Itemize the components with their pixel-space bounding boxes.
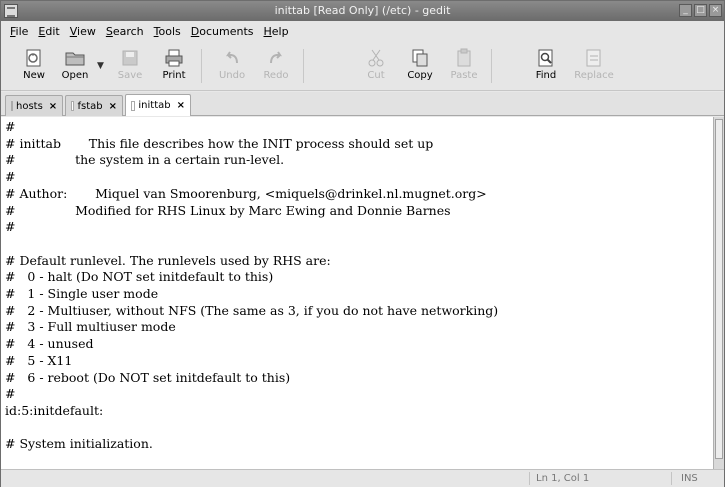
open-recent-dropdown-icon[interactable]: ▼: [97, 61, 104, 71]
copy-label: Copy: [407, 70, 433, 81]
copy-button[interactable]: Copy: [399, 45, 441, 87]
print-button[interactable]: Print: [153, 45, 195, 87]
redo-button[interactable]: Redo: [255, 45, 297, 87]
menu-edit[interactable]: Edit: [33, 25, 64, 38]
toolbar: New Open ▼ Save Print Undo Redo Cut Copy…: [1, 41, 724, 91]
document-icon: [131, 100, 136, 111]
maximize-button[interactable]: □: [694, 4, 707, 17]
toolbar-separator: [303, 49, 304, 83]
toolbar-separator: [491, 49, 492, 83]
undo-button[interactable]: Undo: [211, 45, 253, 87]
close-tab-icon[interactable]: ×: [49, 101, 57, 112]
copy-icon: [410, 48, 430, 68]
redo-icon: [266, 48, 286, 68]
close-tab-icon[interactable]: ×: [177, 100, 185, 111]
replace-icon: [584, 48, 604, 68]
close-tab-icon[interactable]: ×: [109, 101, 117, 112]
save-button[interactable]: Save: [109, 45, 151, 87]
clipboard-icon: [454, 48, 474, 68]
menu-file[interactable]: File: [5, 25, 33, 38]
paste-button[interactable]: Paste: [443, 45, 485, 87]
minimize-button[interactable]: _: [679, 4, 692, 17]
save-icon: [120, 48, 140, 68]
menu-bar: File Edit View Search Tools Documents He…: [1, 21, 724, 41]
title-bar[interactable]: inittab [Read Only] (/etc) - gedit _ □ ×: [1, 1, 724, 21]
document-icon: [11, 101, 13, 111]
cut-label: Cut: [367, 70, 385, 81]
status-bar: Ln 1, Col 1 INS: [1, 469, 724, 487]
new-label: New: [23, 70, 45, 81]
menu-help[interactable]: Help: [259, 25, 294, 38]
tab-inittab[interactable]: inittab ×: [125, 94, 191, 116]
replace-label: Replace: [574, 70, 614, 81]
status-divider: [529, 472, 530, 485]
printer-icon: [164, 48, 184, 68]
scrollbar-thumb[interactable]: [715, 119, 723, 459]
menu-tools[interactable]: Tools: [149, 25, 186, 38]
insert-mode: INS: [681, 473, 698, 484]
toolbar-separator: [201, 49, 202, 83]
undo-icon: [222, 48, 242, 68]
find-button[interactable]: Find: [525, 45, 567, 87]
save-label: Save: [117, 70, 143, 81]
scissors-icon: [366, 48, 386, 68]
open-button[interactable]: Open: [54, 45, 96, 87]
document-text[interactable]: # # inittab This file describes how the …: [1, 117, 713, 453]
cut-button[interactable]: Cut: [355, 45, 397, 87]
close-window-button[interactable]: ×: [709, 4, 722, 17]
new-button[interactable]: New: [13, 45, 55, 87]
gedit-window: inittab [Read Only] (/etc) - gedit _ □ ×…: [0, 0, 725, 487]
document-icon: [71, 101, 75, 111]
tab-label: inittab: [138, 100, 171, 111]
document-tabs: hosts × fstab × inittab ×: [1, 92, 724, 116]
text-editor[interactable]: # # inittab This file describes how the …: [1, 117, 713, 469]
menu-search[interactable]: Search: [101, 25, 149, 38]
find-label: Find: [535, 70, 557, 81]
vertical-scrollbar[interactable]: [713, 117, 724, 469]
find-icon: [536, 48, 556, 68]
paste-label: Paste: [450, 70, 478, 81]
cursor-position: Ln 1, Col 1: [536, 473, 590, 484]
open-label: Open: [61, 70, 89, 81]
status-divider: [671, 472, 672, 485]
tab-label: hosts: [16, 100, 43, 112]
new-document-icon: [24, 48, 44, 68]
window-title: inittab [Read Only] (/etc) - gedit: [274, 4, 451, 17]
replace-button[interactable]: Replace: [573, 45, 615, 87]
tab-label: fstab: [77, 100, 103, 112]
folder-icon: [65, 48, 85, 68]
tab-fstab[interactable]: fstab ×: [65, 95, 123, 116]
redo-label: Redo: [263, 70, 289, 81]
print-label: Print: [162, 70, 186, 81]
tab-hosts[interactable]: hosts ×: [5, 95, 63, 116]
menu-view[interactable]: View: [65, 25, 101, 38]
undo-label: Undo: [218, 70, 246, 81]
menu-documents[interactable]: Documents: [186, 25, 259, 38]
